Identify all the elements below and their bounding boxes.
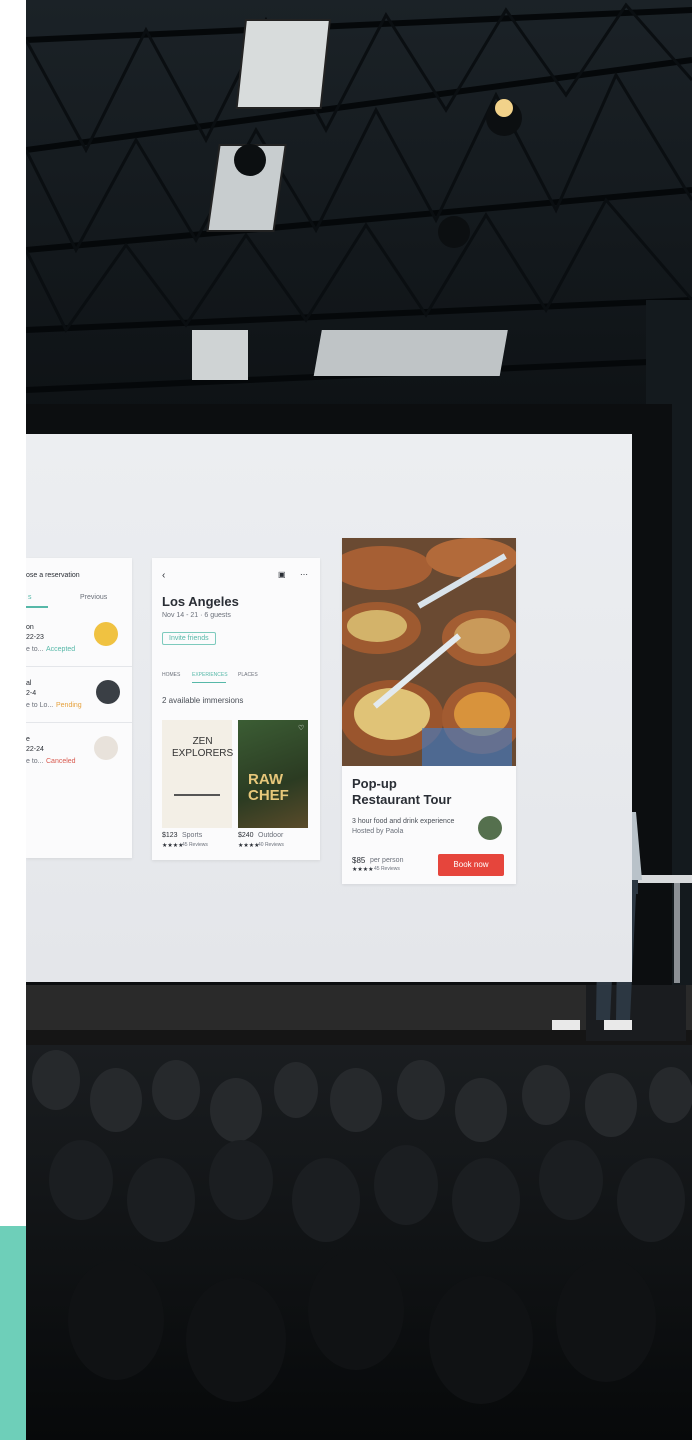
experience-title-line1: Pop-up xyxy=(352,776,397,791)
experience-title-line2: Restaurant Tour xyxy=(352,792,452,807)
book-now-button[interactable]: Book now xyxy=(438,854,504,876)
boat-illustration xyxy=(174,794,220,796)
reservations-card: ose a reservation s Previous on 22-23 e … xyxy=(26,558,132,858)
tile-price: $240 xyxy=(238,832,254,839)
star-rating-icon: ★★★★ xyxy=(238,843,260,849)
row-dates: 22-24 xyxy=(26,746,44,753)
tab-active[interactable]: s xyxy=(28,594,32,601)
avatar xyxy=(96,680,120,704)
experience-price: $85 xyxy=(352,856,366,865)
tab-experiences[interactable]: EXPERIENCES xyxy=(192,672,228,678)
heart-icon[interactable]: ♡ xyxy=(298,724,304,732)
tile-reviews: 40 Reviews xyxy=(258,842,284,848)
experience-description: 3 hour food and drink experience xyxy=(352,818,455,825)
star-rating-icon: ★★★★ xyxy=(352,867,374,873)
city-subtitle: Nov 14 - 21 · 6 guests xyxy=(162,612,231,619)
chevron-left-icon[interactable]: ‹ xyxy=(162,570,165,581)
row-status-prefix: e to Lo... xyxy=(26,702,54,709)
divider xyxy=(26,722,132,723)
avatar xyxy=(94,736,118,760)
experience-tile[interactable]: ZEN EXPLORERS xyxy=(162,720,234,828)
divider xyxy=(26,666,132,667)
price-unit: per person xyxy=(370,857,404,864)
tile-category: Outdoor xyxy=(258,832,284,839)
tab-homes[interactable]: HOMES xyxy=(162,672,180,678)
more-icon[interactable]: ⋯ xyxy=(300,570,308,579)
row-dates: 22-23 xyxy=(26,634,44,641)
reservations-title: ose a reservation xyxy=(26,572,80,579)
experience-host: Hosted by Paola xyxy=(352,828,404,835)
status-badge: Canceled xyxy=(46,758,76,765)
page: ose a reservation s Previous on 22-23 e … xyxy=(0,0,692,1440)
experience-reviews: 45 Reviews xyxy=(374,866,400,872)
row-status-prefix: e to... xyxy=(26,646,44,653)
tab-previous[interactable]: Previous xyxy=(80,594,107,601)
star-rating-icon: ★★★★ xyxy=(162,843,184,849)
teal-accent-bar xyxy=(0,1226,26,1440)
trash-icon[interactable]: ▣ xyxy=(278,570,286,579)
experience-card: Pop-up Restaurant Tour 3 hour food and d… xyxy=(342,538,516,884)
row-name: al xyxy=(26,680,32,687)
conference-photo: ose a reservation s Previous on 22-23 e … xyxy=(26,0,692,1440)
tile-price: $123 xyxy=(162,832,178,839)
tile-category: Sports xyxy=(182,832,203,839)
tab-places[interactable]: PLACES xyxy=(238,672,258,678)
row-dates: 2-4 xyxy=(26,690,37,697)
projection-screen: ose a reservation s Previous on 22-23 e … xyxy=(26,434,632,982)
immersions-label: 2 available immersions xyxy=(162,696,244,705)
row-name: on xyxy=(26,624,34,631)
invite-friends-button[interactable]: Invite friends xyxy=(162,632,216,645)
city-card: ‹ ▣ ⋯ Los Angeles Nov 14 - 21 · 6 guests… xyxy=(152,558,320,860)
food-illustration xyxy=(342,538,516,766)
row-status-prefix: e to... xyxy=(26,758,44,765)
host-avatar xyxy=(478,816,502,840)
row-name: e xyxy=(26,736,30,743)
experience-tile[interactable]: RAW CHEF ♡ xyxy=(238,720,308,828)
city-title: Los Angeles xyxy=(162,594,239,609)
avatar xyxy=(94,622,118,646)
status-badge: Pending xyxy=(56,702,82,709)
tab-underline xyxy=(26,606,48,608)
tile-reviews: 45 Reviews xyxy=(182,842,208,848)
tab-underline xyxy=(192,682,226,683)
left-margin xyxy=(0,0,26,1440)
tile-cover-title: ZEN EXPLORERS xyxy=(172,736,234,759)
tile-cover-title: RAW CHEF xyxy=(248,771,289,804)
food-image xyxy=(342,538,516,766)
status-badge: Accepted xyxy=(46,646,76,653)
